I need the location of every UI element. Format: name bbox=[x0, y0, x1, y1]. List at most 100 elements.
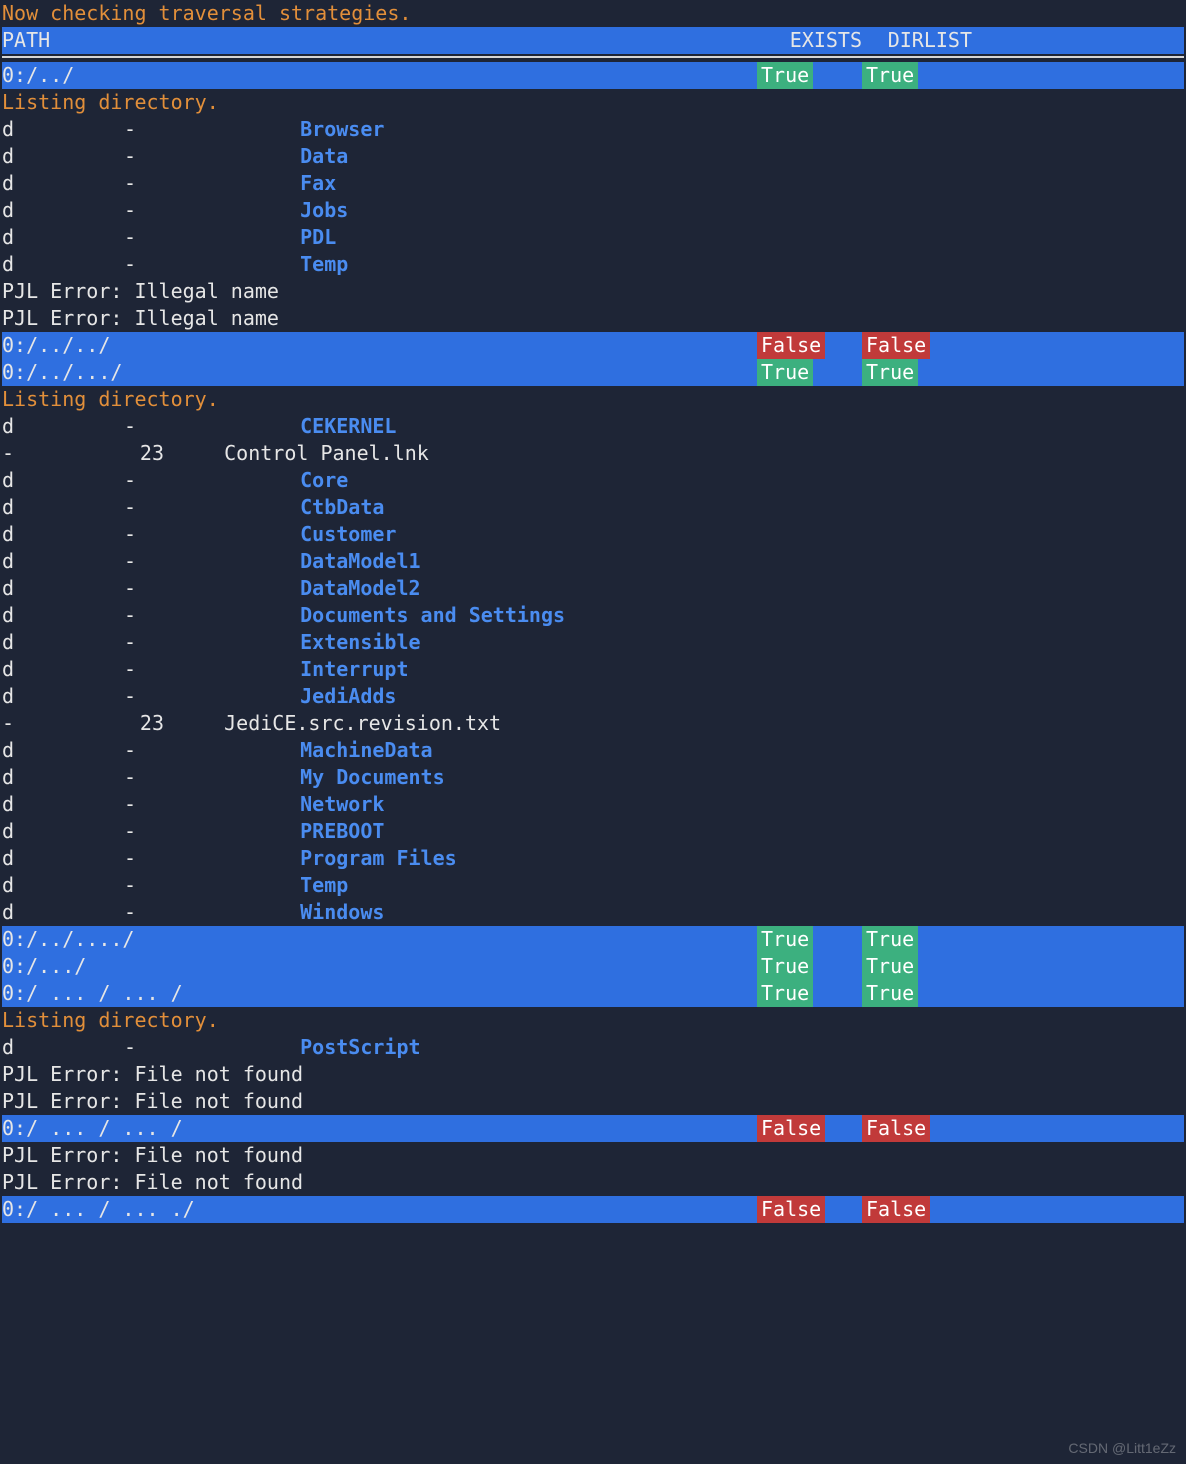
item-type: d bbox=[2, 197, 24, 224]
header-dirlist: DIRLIST bbox=[862, 27, 972, 54]
list-item: d- Data bbox=[2, 143, 1184, 170]
list-item: -23 JediCE.src.revision.txt bbox=[2, 710, 1184, 737]
path-row: 0:/../../FalseFalse bbox=[2, 332, 1184, 359]
status-true: True bbox=[862, 926, 918, 953]
path-cell: 0:/ ... / ... / bbox=[2, 1115, 757, 1142]
list-item: d- Fax bbox=[2, 170, 1184, 197]
item-type: d bbox=[2, 629, 24, 656]
item-size: - bbox=[24, 629, 264, 656]
status-true: True bbox=[862, 953, 918, 980]
dir-name: Extensible bbox=[264, 629, 1184, 656]
item-size: - bbox=[24, 791, 264, 818]
status-false: False bbox=[757, 1115, 825, 1142]
list-item: d- PDL bbox=[2, 224, 1184, 251]
list-item: d- CtbData bbox=[2, 494, 1184, 521]
item-size: - bbox=[24, 197, 264, 224]
status-text: Now checking traversal strategies. bbox=[2, 0, 411, 27]
item-type: d bbox=[2, 602, 24, 629]
dir-name: PREBOOT bbox=[264, 818, 1184, 845]
list-item: d- Documents and Settings bbox=[2, 602, 1184, 629]
path-row: 0:/.../TrueTrue bbox=[2, 953, 1184, 980]
item-size: - bbox=[24, 413, 264, 440]
list-item: d- Extensible bbox=[2, 629, 1184, 656]
status-true: True bbox=[862, 359, 918, 386]
error-line: PJL Error: File not found bbox=[2, 1088, 1184, 1115]
status-false: False bbox=[757, 1196, 825, 1223]
status-false: False bbox=[862, 1115, 930, 1142]
item-size: 23 bbox=[24, 440, 188, 467]
dirlist-cell: False bbox=[862, 1196, 972, 1223]
path-cell: 0:/../.../ bbox=[2, 359, 757, 386]
item-size: - bbox=[24, 116, 264, 143]
item-size: - bbox=[24, 845, 264, 872]
item-type: d bbox=[2, 494, 24, 521]
error-line: PJL Error: Illegal name bbox=[2, 305, 1184, 332]
item-type: - bbox=[2, 440, 24, 467]
dir-name: JediAdds bbox=[264, 683, 1184, 710]
dir-name: MachineData bbox=[264, 737, 1184, 764]
item-size: - bbox=[24, 656, 264, 683]
dir-name: Fax bbox=[264, 170, 1184, 197]
status-true: True bbox=[757, 926, 813, 953]
dir-name: Program Files bbox=[264, 845, 1184, 872]
dir-name: My Documents bbox=[264, 764, 1184, 791]
status-true: True bbox=[862, 980, 918, 1007]
dir-name: DataModel2 bbox=[264, 575, 1184, 602]
error-line: PJL Error: File not found bbox=[2, 1142, 1184, 1169]
item-type: d bbox=[2, 656, 24, 683]
error-line: PJL Error: File not found bbox=[2, 1061, 1184, 1088]
list-item: d- DataModel2 bbox=[2, 575, 1184, 602]
dir-name: Customer bbox=[264, 521, 1184, 548]
status-false: False bbox=[757, 332, 825, 359]
exists-cell: False bbox=[757, 1196, 862, 1223]
dir-name: Temp bbox=[264, 251, 1184, 278]
header-path: PATH bbox=[2, 27, 757, 54]
exists-cell: True bbox=[757, 359, 862, 386]
item-type: d bbox=[2, 683, 24, 710]
item-type: d bbox=[2, 224, 24, 251]
path-cell: 0:/ ... / ... / bbox=[2, 980, 757, 1007]
listing-header: Listing directory. bbox=[2, 89, 1184, 116]
list-item: d- Jobs bbox=[2, 197, 1184, 224]
list-item: d- Program Files bbox=[2, 845, 1184, 872]
item-type: d bbox=[2, 737, 24, 764]
list-item: d- CEKERNEL bbox=[2, 413, 1184, 440]
item-type: d bbox=[2, 521, 24, 548]
status-true: True bbox=[757, 980, 813, 1007]
path-row: 0:/ ... / ... /FalseFalse bbox=[2, 1115, 1184, 1142]
exists-cell: False bbox=[757, 332, 862, 359]
exists-cell: True bbox=[757, 926, 862, 953]
item-type: d bbox=[2, 251, 24, 278]
file-name: Control Panel.lnk bbox=[188, 440, 1184, 467]
status-false: False bbox=[862, 332, 930, 359]
error-line: PJL Error: Illegal name bbox=[2, 278, 1184, 305]
listing-header: Listing directory. bbox=[2, 386, 1184, 413]
list-item: d- Temp bbox=[2, 872, 1184, 899]
item-size: - bbox=[24, 548, 264, 575]
dir-name: DataModel1 bbox=[264, 548, 1184, 575]
listing-header: Listing directory. bbox=[2, 1007, 1184, 1034]
dirlist-cell: True bbox=[862, 953, 972, 980]
dir-name: Network bbox=[264, 791, 1184, 818]
dir-name: PDL bbox=[264, 224, 1184, 251]
list-item: d- MachineData bbox=[2, 737, 1184, 764]
exists-cell: True bbox=[757, 953, 862, 980]
header-exists: EXISTS bbox=[757, 27, 862, 54]
item-type: d bbox=[2, 116, 24, 143]
item-size: - bbox=[24, 683, 264, 710]
dirlist-cell: False bbox=[862, 1115, 972, 1142]
list-item: -23 Control Panel.lnk bbox=[2, 440, 1184, 467]
item-size: - bbox=[24, 602, 264, 629]
item-type: d bbox=[2, 170, 24, 197]
item-type: - bbox=[2, 710, 24, 737]
list-item: d- Windows bbox=[2, 899, 1184, 926]
path-row: 0:/ ... / ... ./FalseFalse bbox=[2, 1196, 1184, 1223]
item-type: d bbox=[2, 872, 24, 899]
watermark: CSDN @Litt1eZz bbox=[1068, 1439, 1176, 1458]
item-type: d bbox=[2, 845, 24, 872]
header-divider bbox=[2, 56, 1184, 58]
dir-name: CEKERNEL bbox=[264, 413, 1184, 440]
list-item: d- PREBOOT bbox=[2, 818, 1184, 845]
status-line: Now checking traversal strategies. bbox=[2, 0, 1184, 27]
item-size: - bbox=[24, 494, 264, 521]
